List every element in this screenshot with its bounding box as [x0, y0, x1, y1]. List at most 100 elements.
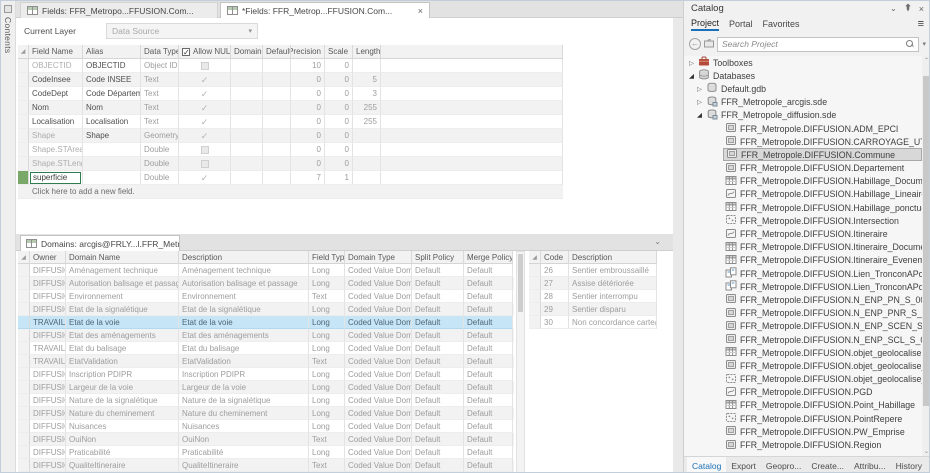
cell-description[interactable]: Etat de la voie — [179, 316, 309, 329]
cell-domain-name[interactable]: Largeur de la voie — [66, 381, 179, 394]
tree-item-box[interactable]: FFR_Metropole.DIFFUSION.objet_geolocalis… — [723, 359, 922, 372]
row-indicator[interactable] — [18, 129, 29, 143]
tab-portal[interactable]: Portal — [729, 19, 753, 29]
bottom-tab-geopro[interactable]: Geopro... — [761, 461, 806, 471]
cell-domain[interactable] — [231, 59, 263, 73]
cell-field-type[interactable]: Long — [309, 420, 345, 433]
col-merge-policy[interactable]: Merge Policy — [464, 251, 513, 264]
cell-merge-policy[interactable]: Default — [464, 316, 513, 329]
row-indicator[interactable] — [18, 420, 30, 433]
menu-icon[interactable]: ≡ — [918, 18, 924, 30]
cell-data-type[interactable]: Text — [141, 101, 179, 115]
tree-item-box[interactable]: FFR_Metropole.DIFFUSION.PointRepere — [723, 412, 922, 425]
col-field-type[interactable]: Field Type — [309, 251, 345, 264]
cell-split-policy[interactable]: Default — [412, 381, 464, 394]
code-row[interactable]: 28Sentier interrompu — [529, 290, 657, 303]
cell-code-description[interactable]: Sentier interrompu — [569, 290, 657, 303]
cell-owner[interactable]: TRAVAIL — [30, 342, 66, 355]
cell-domain-type[interactable]: Coded Value Domain — [345, 394, 412, 407]
row-indicator[interactable] — [529, 264, 541, 277]
tree-item-box[interactable]: FFR_Metropole_arcgis.sde — [704, 96, 922, 109]
cell-domain-type[interactable]: Coded Value Domain — [345, 355, 412, 368]
tree-item[interactable]: FFR_Metropole.DIFFUSION.N_ENP_PNR_S_000 — [684, 307, 922, 320]
cell-description[interactable]: Etat du balisage — [179, 342, 309, 355]
tree-item-box[interactable]: FFR_Metropole.DIFFUSION.PGD — [723, 386, 922, 399]
tree-item[interactable]: FFR_Metropole.DIFFUSION.PointRepere — [684, 412, 922, 425]
tree-item[interactable]: ▷Default.gdb — [684, 82, 922, 95]
cell-scale[interactable]: 0 — [325, 115, 353, 129]
cell-merge-policy[interactable]: Default — [464, 342, 513, 355]
cell-domain-type[interactable]: Coded Value Domain — [345, 407, 412, 420]
tree-item-box[interactable]: FFR_Metropole.DIFFUSION.Itineraire_Evene… — [723, 254, 922, 267]
tree-item-box[interactable]: FFR_Metropole.DIFFUSION.PW_Emprise — [723, 425, 922, 438]
cell-description[interactable]: Nature du cheminement — [179, 407, 309, 420]
domain-row[interactable]: DIFFUSIONLargeur de la voieLargeur de la… — [18, 381, 514, 394]
close-panel-icon[interactable]: × — [919, 4, 924, 14]
checkbox-checked-icon[interactable]: ✓ — [201, 104, 209, 112]
domain-row[interactable]: DIFFUSIONAutorisation balisage et passag… — [18, 277, 514, 290]
col-split-policy[interactable]: Split Policy — [412, 251, 464, 264]
cell-precision[interactable]: 10 — [291, 59, 325, 73]
checkbox-checked-icon[interactable]: ✓ — [201, 132, 209, 140]
cell-split-policy[interactable]: Default — [412, 459, 464, 472]
cell-allow-null[interactable] — [179, 143, 231, 157]
checkbox-checked-icon[interactable]: ✓ — [201, 118, 209, 126]
tree-item[interactable]: FFR_Metropole.DIFFUSION.Commune — [684, 148, 922, 161]
tree-item-box[interactable]: FFR_Metropole.DIFFUSION.CARROYAGE_UTM — [723, 135, 922, 148]
cell-description[interactable]: Aménagement technique — [179, 264, 309, 277]
cell-data-type[interactable]: Double — [141, 157, 179, 171]
domain-row[interactable]: DIFFUSIONNature de la signalétiqueNature… — [18, 394, 514, 407]
cell-allow-null[interactable] — [179, 59, 231, 73]
cell-precision[interactable]: 0 — [291, 129, 325, 143]
cell-owner[interactable]: DIFFUSION — [30, 329, 66, 342]
cell-code[interactable]: 27 — [541, 277, 569, 290]
row-indicator[interactable] — [18, 446, 30, 459]
col-data-type[interactable]: Data Type — [141, 45, 179, 59]
cell-length[interactable]: 5 — [353, 73, 381, 87]
domain-row[interactable]: DIFFUSIONEnvironnementEnvironnementTextC… — [18, 290, 514, 303]
tree-item-box[interactable]: FFR_Metropole.DIFFUSION.Lien_TronconAPou… — [723, 280, 922, 293]
cell-field-type[interactable]: Long — [309, 446, 345, 459]
cell-alias[interactable]: Localisation — [83, 115, 141, 129]
cell-alias[interactable]: Code INSEE — [83, 73, 141, 87]
cell-merge-policy[interactable]: Default — [464, 433, 513, 446]
cell-default[interactable] — [263, 157, 291, 171]
cell-domain-type[interactable]: Coded Value Domain — [345, 433, 412, 446]
cell-domain-name[interactable]: Autorisation balisage et passage — [66, 277, 179, 290]
cell-domain[interactable] — [231, 101, 263, 115]
cell-split-policy[interactable]: Default — [412, 433, 464, 446]
cell-split-policy[interactable]: Default — [412, 277, 464, 290]
cell-split-policy[interactable]: Default — [412, 355, 464, 368]
cell-length[interactable] — [353, 59, 381, 73]
cell-data-type[interactable]: Text — [141, 73, 179, 87]
cell-split-policy[interactable]: Default — [412, 316, 464, 329]
cell-description[interactable]: Inscription PDIPR — [179, 368, 309, 381]
row-indicator[interactable] — [18, 303, 30, 316]
cell-description[interactable]: Environnement — [179, 290, 309, 303]
cell-domain-type[interactable]: Coded Value Domain — [345, 277, 412, 290]
cell-length[interactable]: 3 — [353, 87, 381, 101]
cell-description[interactable]: Autorisation balisage et passage — [179, 277, 309, 290]
cell-split-policy[interactable]: Default — [412, 407, 464, 420]
domain-row[interactable]: TRAVAILEtat du balisageEtat du balisageL… — [18, 342, 514, 355]
cell-field-type[interactable]: Text — [309, 355, 345, 368]
cell-field-name[interactable]: CodeDept — [29, 87, 83, 101]
field-row[interactable]: NomNomText✓00255 — [18, 101, 563, 115]
cell-owner[interactable]: DIFFUSION — [30, 264, 66, 277]
row-indicator[interactable] — [18, 277, 30, 290]
cell-code-description[interactable]: Assise détériorée — [569, 277, 657, 290]
cell-data-type[interactable]: Double — [141, 143, 179, 157]
tree-item-box[interactable]: FFR_Metropole.DIFFUSION.N_ENP_SCL_S_000 — [723, 333, 922, 346]
cell-domain-name[interactable]: Nature du cheminement — [66, 407, 179, 420]
current-layer-dropdown[interactable]: Data Source ▾ — [106, 23, 258, 39]
row-indicator[interactable] — [18, 342, 30, 355]
field-row[interactable]: Shape.STArea()Double00 — [18, 143, 563, 157]
cell-merge-policy[interactable]: Default — [464, 303, 513, 316]
cell-data-type[interactable]: Double — [141, 171, 179, 185]
row-indicator[interactable] — [18, 157, 29, 171]
cell-domain-name[interactable]: Nature de la signalétique — [66, 394, 179, 407]
cell-precision[interactable]: 0 — [291, 157, 325, 171]
checkbox-unchecked-icon[interactable] — [201, 146, 209, 154]
cell-owner[interactable]: DIFFUSION — [30, 303, 66, 316]
cell-owner[interactable]: DIFFUSION — [30, 433, 66, 446]
